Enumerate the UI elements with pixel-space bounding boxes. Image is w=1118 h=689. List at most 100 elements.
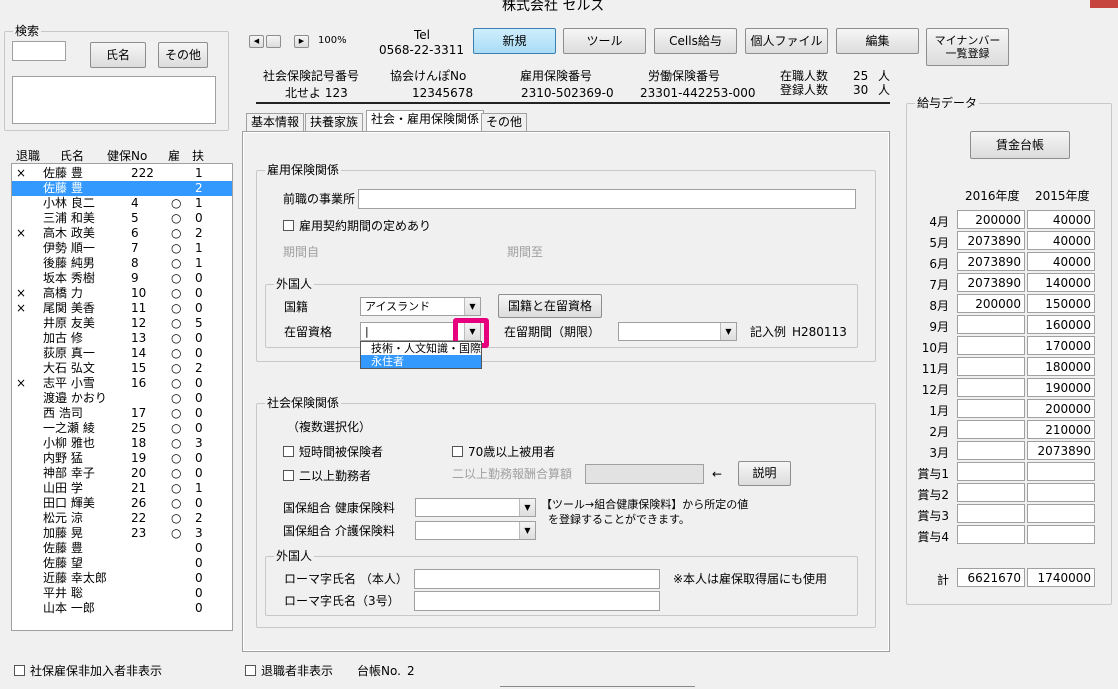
checkbox-box[interactable] (283, 446, 294, 457)
salary-cell-2015[interactable]: 180000 (1027, 357, 1095, 376)
contract-checkbox[interactable]: 雇用契約期間の定めあり (283, 217, 431, 234)
checkbox-box[interactable] (452, 446, 463, 457)
employee-row[interactable]: 坂本 秀樹 9 ○ 0 (12, 271, 232, 286)
salary-cell-2015[interactable]: 40000 (1027, 252, 1095, 271)
mynumber-button[interactable]: マイナンバー 一覧登録 (926, 28, 1009, 66)
salary-cell-2016[interactable] (957, 420, 1025, 439)
salary-cell-2015[interactable]: 140000 (1027, 273, 1095, 292)
employee-row[interactable]: 大石 弘文 15 ○ 2 (12, 361, 232, 376)
personal-file-button[interactable]: 個人ファイル (745, 28, 828, 54)
salary-cell-2016[interactable] (957, 462, 1025, 481)
tool-button[interactable]: ツール (563, 28, 646, 54)
next-record-icon[interactable]: ▶ (294, 35, 309, 48)
salary-total-2016[interactable]: 6621670 (957, 568, 1025, 587)
employee-row[interactable]: × 志平 小雪 16 ○ 0 (12, 376, 232, 391)
edit-button[interactable]: 編集 (836, 28, 919, 54)
multi-office-checkbox[interactable]: 二以上勤務者 (283, 467, 371, 484)
salary-cell-2016[interactable]: 2073890 (957, 231, 1025, 250)
salary-cell-2015[interactable]: 210000 (1027, 420, 1095, 439)
employee-row[interactable]: 小林 良二 4 ○ 1 (12, 196, 232, 211)
hide-retired-checkbox[interactable]: 退職者非表示 (245, 662, 333, 679)
status-dropdown-list[interactable]: 技術・人文知識・国際 永住者 (360, 341, 482, 369)
employee-row[interactable]: 小柳 雅也 18 ○ 3 (12, 436, 232, 451)
chevron-down-icon[interactable]: ▼ (464, 298, 480, 315)
employee-row[interactable]: 加古 修 13 ○ 0 (12, 331, 232, 346)
employee-row[interactable]: 山本 一郎 0 (12, 601, 232, 616)
employee-row[interactable]: 近藤 幸太郎 0 (12, 571, 232, 586)
salary-cell-2016[interactable] (957, 378, 1025, 397)
dropdown-option-selected[interactable]: 永住者 (361, 355, 481, 368)
short-time-checkbox[interactable]: 短時間被保険者 (283, 443, 383, 460)
employee-row[interactable]: × 高木 政美 6 ○ 2 (12, 226, 232, 241)
salary-cell-2016[interactable] (957, 315, 1025, 334)
salary-cell-2016[interactable] (957, 336, 1025, 355)
new-button[interactable]: 新規 (473, 28, 556, 54)
employee-row[interactable]: 一之瀬 綾 25 ○ 0 (12, 421, 232, 436)
salary-cell-2015[interactable]: 190000 (1027, 378, 1095, 397)
tab-social-insurance[interactable]: 社会・雇用保険関係 (366, 110, 485, 132)
salary-cell-2016[interactable] (957, 525, 1025, 544)
search-name-button[interactable]: 氏名 (90, 42, 146, 68)
wage-ledger-button[interactable]: 賃金台帳 (970, 131, 1070, 159)
romaji-3-input[interactable] (414, 591, 660, 611)
salary-cell-2016[interactable]: 200000 (957, 210, 1025, 229)
employee-row[interactable]: × 佐藤 豊 222 1 (12, 166, 232, 181)
employee-row[interactable]: 田口 輝美 26 ○ 0 (12, 496, 232, 511)
search-other-button[interactable]: その他 (158, 42, 208, 68)
checkbox-box[interactable] (245, 665, 256, 676)
salary-cell-2015[interactable] (1027, 504, 1095, 523)
multi-office-total-input[interactable] (585, 464, 704, 484)
salary-cell-2015[interactable]: 200000 (1027, 399, 1095, 418)
explain-button[interactable]: 説明 (738, 461, 791, 486)
employee-row[interactable]: 松元 涼 22 ○ 2 (12, 511, 232, 526)
employee-row[interactable]: 佐藤 望 0 (12, 556, 232, 571)
employee-row[interactable]: 渡邉 かおり ○ 0 (12, 391, 232, 406)
chevron-down-icon[interactable]: ▼ (519, 499, 535, 516)
cells-pay-button[interactable]: Cells給与 (654, 28, 737, 54)
salary-cell-2016[interactable] (957, 399, 1025, 418)
nationality-status-button[interactable]: 国籍と在留資格 (498, 294, 602, 318)
salary-cell-2016[interactable] (957, 483, 1025, 502)
care-fee-select[interactable]: ▼ (415, 521, 536, 540)
salary-cell-2015[interactable]: 2073890 (1027, 441, 1095, 460)
employee-row[interactable]: 佐藤 豊 2 (12, 181, 232, 196)
employee-list[interactable]: × 佐藤 豊 222 1 佐藤 豊 2 小林 良二 4 ○ 1 三浦 和美 5 ○ 0 × 高木 政美 6 ○ 2 伊… (11, 163, 233, 631)
nationality-select[interactable]: アイスランド ▼ (360, 297, 481, 316)
scroll-thumb-icon[interactable] (266, 35, 281, 48)
salary-cell-2016[interactable] (957, 504, 1025, 523)
dropdown-option[interactable]: 技術・人文知識・国際 (361, 342, 481, 355)
salary-cell-2015[interactable] (1027, 525, 1095, 544)
stay-period-select[interactable]: ▼ (618, 322, 737, 341)
salary-cell-2015[interactable]: 170000 (1027, 336, 1095, 355)
salary-cell-2015[interactable] (1027, 483, 1095, 502)
salary-cell-2015[interactable] (1027, 462, 1095, 481)
salary-cell-2016[interactable] (957, 357, 1025, 376)
salary-total-2015[interactable]: 1740000 (1027, 568, 1095, 587)
employee-row[interactable]: 神部 幸子 20 ○ 0 (12, 466, 232, 481)
salary-cell-2016[interactable]: 2073890 (957, 273, 1025, 292)
salary-cell-2016[interactable]: 200000 (957, 294, 1025, 313)
checkbox-box[interactable] (14, 665, 25, 676)
employee-row[interactable]: 三浦 和美 5 ○ 0 (12, 211, 232, 226)
employee-row[interactable]: 内野 猛 19 ○ 0 (12, 451, 232, 466)
romaji-self-input[interactable] (414, 569, 660, 589)
salary-cell-2015[interactable]: 40000 (1027, 231, 1095, 250)
checkbox-box[interactable] (283, 220, 294, 231)
tab-other[interactable]: その他 (481, 113, 528, 132)
salary-cell-2016[interactable]: 2073890 (957, 252, 1025, 271)
health-fee-select[interactable]: ▼ (415, 498, 536, 517)
prev-office-input[interactable] (358, 189, 856, 209)
salary-cell-2016[interactable] (957, 441, 1025, 460)
employee-row[interactable]: 平井 聡 0 (12, 586, 232, 601)
close-window-button[interactable] (1090, 0, 1118, 8)
salary-cell-2015[interactable]: 150000 (1027, 294, 1095, 313)
tab-basic-info[interactable]: 基本情報 (246, 113, 305, 132)
employee-row[interactable]: 後藤 純男 8 ○ 1 (12, 256, 232, 271)
salary-cell-2015[interactable]: 40000 (1027, 210, 1095, 229)
employee-row[interactable]: × 高橋 力 10 ○ 0 (12, 286, 232, 301)
checkbox-box[interactable] (283, 470, 294, 481)
salary-cell-2015[interactable]: 160000 (1027, 315, 1095, 334)
search-input[interactable] (12, 41, 66, 61)
employee-row[interactable]: 加藤 晃 23 ○ 3 (12, 526, 232, 541)
over70-checkbox[interactable]: 70歳以上被用者 (452, 443, 555, 460)
